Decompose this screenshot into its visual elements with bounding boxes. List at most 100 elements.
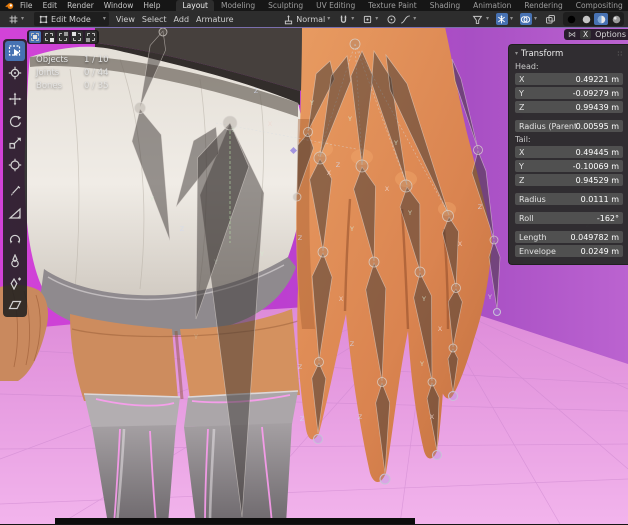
tool-extrude[interactable] <box>5 273 25 293</box>
transform-orientation[interactable]: Normal ▾ <box>282 13 330 25</box>
pivot-point[interactable]: ▾ <box>361 13 378 25</box>
tab-texture-paint[interactable]: Texture Paint <box>362 0 422 11</box>
svg-text:Y: Y <box>193 333 198 341</box>
tab-shading[interactable]: Shading <box>424 0 466 11</box>
tool-options-bar: ⋈ X Options <box>564 29 628 40</box>
toolbar <box>3 39 27 317</box>
field-tail-z[interactable]: Z0.94529 m <box>515 174 623 186</box>
tab-animation[interactable]: Animation <box>467 0 517 11</box>
field-roll[interactable]: Roll-162° <box>515 212 623 224</box>
gizmos-toggle[interactable]: ▾ <box>496 13 513 25</box>
shading-solid-icon[interactable] <box>579 13 593 25</box>
field-head-x[interactable]: X0.49221 m <box>515 73 623 85</box>
select-mode-intersect[interactable] <box>85 31 97 43</box>
snap-controls[interactable]: ▾ <box>337 13 354 25</box>
chevron-down-icon: ▾ <box>21 16 24 22</box>
editor-type-selector[interactable]: ▾ <box>4 12 27 26</box>
svg-text:Y: Y <box>393 139 398 147</box>
menu-armature[interactable]: Armature <box>196 15 234 24</box>
select-mode-subtract[interactable] <box>57 31 69 43</box>
chevron-down-icon: ▾ <box>534 16 537 22</box>
tool-roll[interactable] <box>5 229 25 249</box>
overlays-toggle[interactable]: ▾ <box>520 13 537 25</box>
svg-text:Y: Y <box>213 258 218 266</box>
shading-material-preview-icon[interactable] <box>594 13 608 25</box>
svg-text:Z: Z <box>298 363 303 371</box>
tab-layout[interactable]: Layout <box>176 0 214 11</box>
svg-text:Z: Z <box>300 415 305 423</box>
viewport-header: ▾ Edit Mode ▾ View Select Add Armature N… <box>0 11 628 28</box>
svg-text:Y: Y <box>347 115 352 123</box>
gizmos-icon <box>496 13 508 25</box>
tool-select-box[interactable] <box>5 41 25 61</box>
menu-window[interactable]: Window <box>104 1 134 10</box>
chevron-down-icon: ▾ <box>103 16 106 22</box>
select-mode-invert[interactable] <box>71 31 83 43</box>
menu-file[interactable]: File <box>20 1 33 10</box>
panel-collapse-icon[interactable]: ▾ <box>515 51 518 57</box>
transform-panel: ▾ Transform ∷ Head: X0.49221 m Y-0.09279… <box>508 44 628 265</box>
tool-scale[interactable] <box>5 133 25 153</box>
tab-compositing[interactable]: Compositing <box>570 0 628 11</box>
field-length[interactable]: Length0.049782 m <box>515 231 623 243</box>
proportional-editing[interactable]: ▾ <box>385 13 416 25</box>
chevron-down-icon: ▾ <box>375 16 378 22</box>
svg-text:Z: Z <box>350 340 355 348</box>
field-tail-x[interactable]: X0.49445 m <box>515 146 623 158</box>
overlays-icon <box>520 13 532 25</box>
menu-edit[interactable]: Edit <box>43 1 58 10</box>
tool-rotate[interactable] <box>5 111 25 131</box>
mirror-x-toggle[interactable]: X <box>580 30 591 39</box>
select-mode-extend[interactable] <box>43 31 55 43</box>
svg-text:Z: Z <box>478 203 483 211</box>
field-envelope[interactable]: Envelope0.0249 m <box>515 245 623 257</box>
field-head-y[interactable]: Y-0.09279 m <box>515 87 623 99</box>
tool-move[interactable] <box>5 89 25 109</box>
3d-viewport[interactable]: ZYYXYYXXYYZYZXYXZZYZZXYZXZYYYZ ⋈ X Optio… <box>0 28 628 524</box>
menu-help[interactable]: Help <box>143 1 160 10</box>
field-head-z[interactable]: Z0.99439 m <box>515 101 623 113</box>
svg-text:Z: Z <box>336 161 341 169</box>
svg-text:X: X <box>327 169 332 177</box>
chevron-down-icon: ▾ <box>413 16 416 22</box>
field-radius[interactable]: Radius0.0111 m <box>515 193 623 205</box>
edit-mode-cube-icon <box>37 13 49 25</box>
options-button[interactable]: Options <box>595 30 626 39</box>
tool-measure[interactable] <box>5 203 25 223</box>
orientation-label: Normal <box>296 15 325 24</box>
tab-sculpting[interactable]: Sculpting <box>262 0 309 11</box>
stats-objects: Objects1 / 10 <box>36 54 109 67</box>
toggle-xray-icon[interactable] <box>544 13 556 25</box>
field-tail-y[interactable]: Y-0.10069 m <box>515 160 623 172</box>
svg-text:Z: Z <box>358 413 363 421</box>
chevron-down-icon: ▾ <box>486 16 489 22</box>
tab-rendering[interactable]: Rendering <box>518 0 568 11</box>
stats-overlay: Objects1 / 10 Joints0 / 44 Bones0 / 35 <box>36 54 109 93</box>
tool-shear[interactable] <box>5 295 25 315</box>
mode-selector[interactable]: Edit Mode ▾ <box>34 12 109 26</box>
tool-bone-envelope[interactable] <box>5 251 25 271</box>
svg-text:Y: Y <box>259 250 264 258</box>
menu-select[interactable]: Select <box>142 15 167 24</box>
tab-uv-editing[interactable]: UV Editing <box>310 0 361 11</box>
head-section-label: Head: <box>515 62 623 71</box>
shading-wireframe-icon[interactable] <box>564 13 578 25</box>
panel-drag-icon[interactable]: ∷ <box>618 50 623 58</box>
svg-text:Y: Y <box>419 360 424 368</box>
select-mode-bar <box>27 30 99 44</box>
stats-bones: Bones0 / 35 <box>36 80 109 93</box>
visibility-funnel-icon <box>472 13 484 25</box>
field-radius-parent[interactable]: Radius (Parent0.00595 m <box>515 120 623 132</box>
menu-render[interactable]: Render <box>67 1 94 10</box>
menu-view[interactable]: View <box>116 15 135 24</box>
shading-rendered-icon[interactable] <box>609 13 623 25</box>
svg-text:Y: Y <box>349 225 354 233</box>
tool-transform[interactable] <box>5 155 25 175</box>
select-mode-new[interactable] <box>29 31 41 43</box>
object-type-visibility[interactable]: ▾ <box>472 13 489 25</box>
chevron-down-icon: ▾ <box>351 16 354 22</box>
tab-modeling[interactable]: Modeling <box>215 0 261 11</box>
tool-cursor[interactable] <box>5 63 25 83</box>
tool-annotate[interactable] <box>5 181 25 201</box>
menu-add[interactable]: Add <box>174 15 190 24</box>
